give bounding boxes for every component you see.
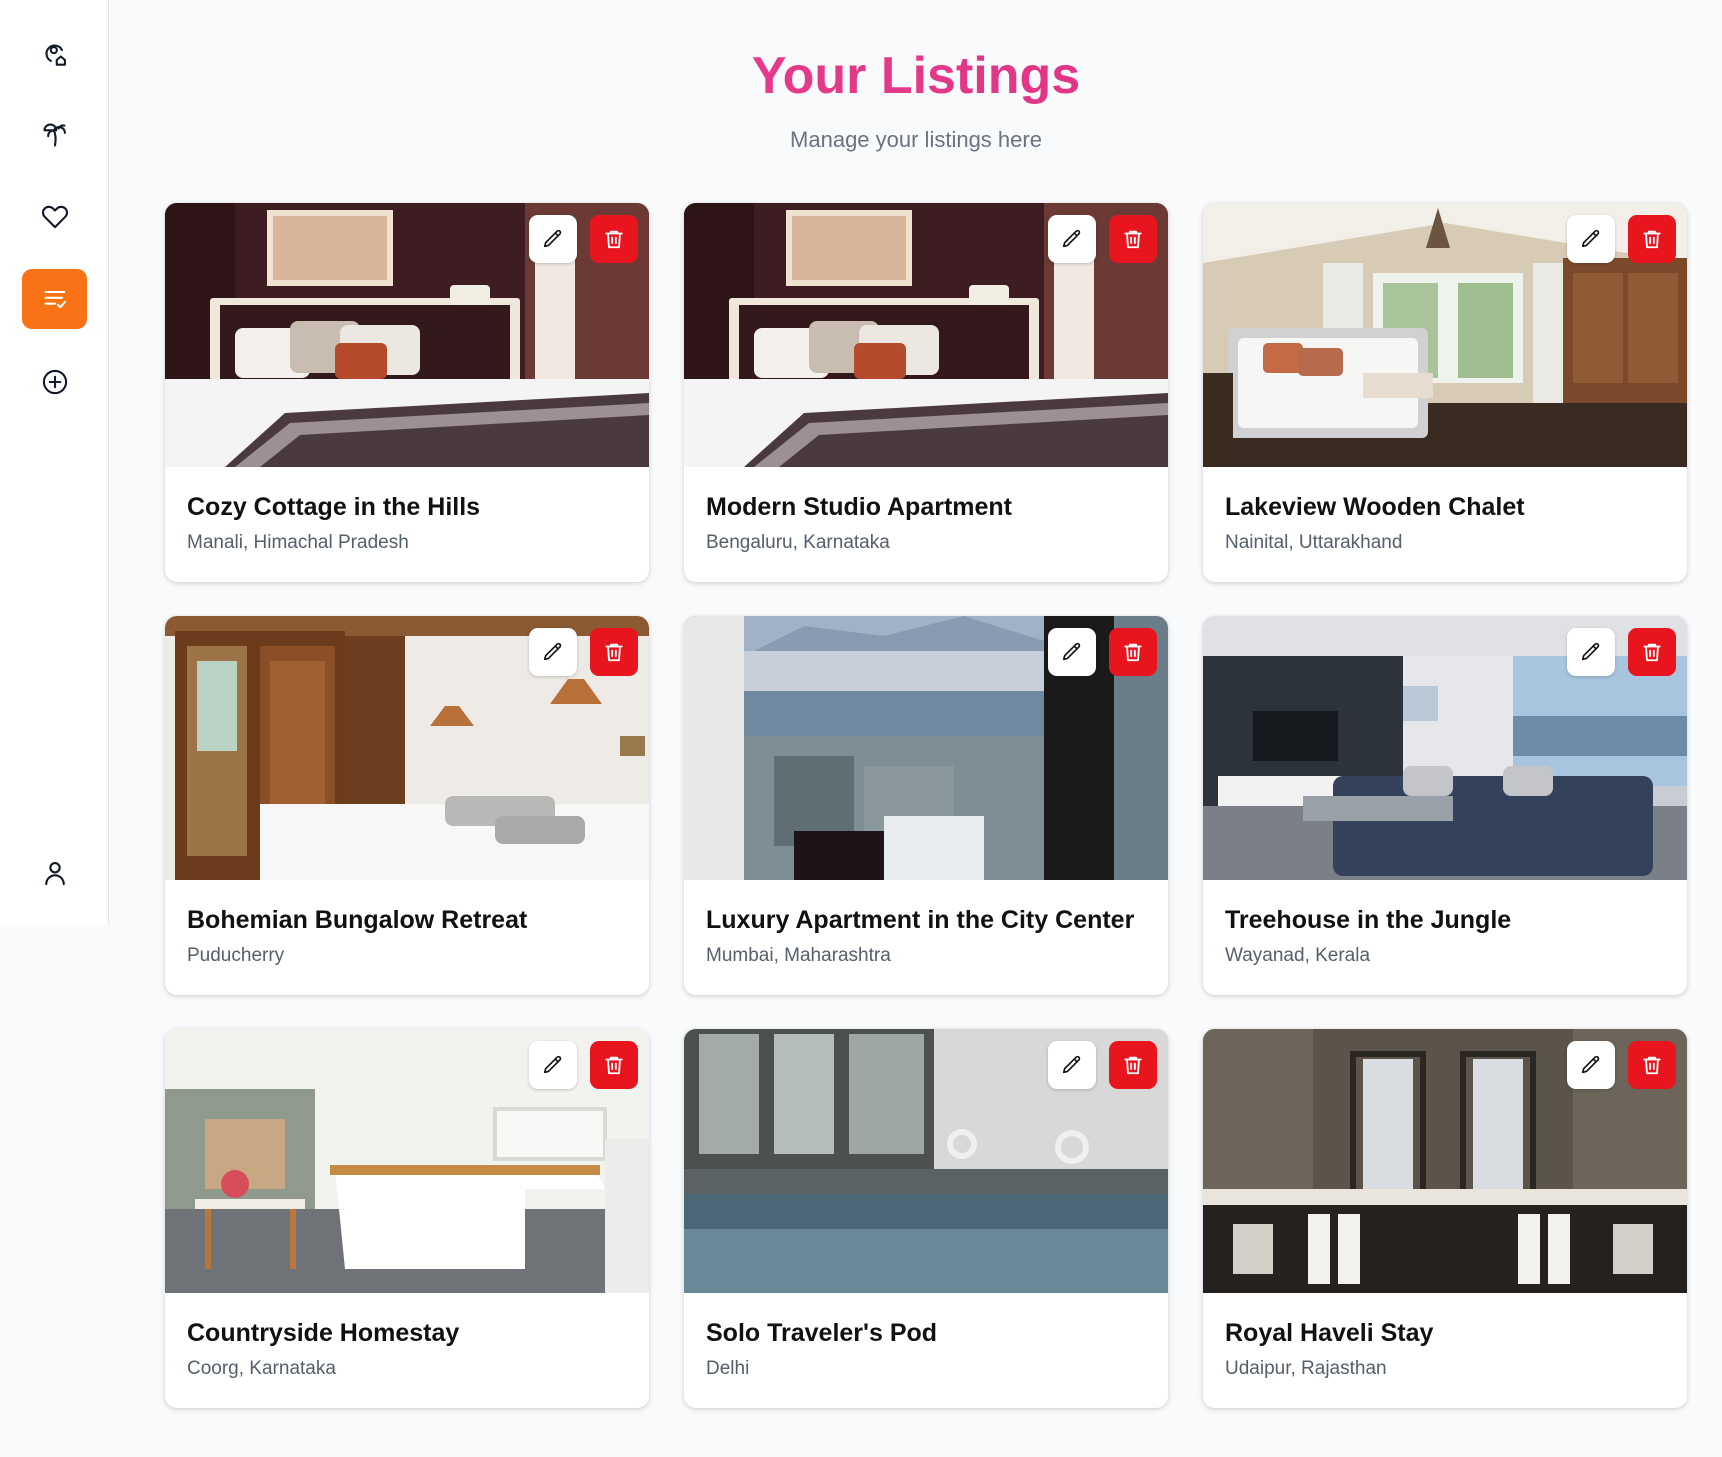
page-title: Your Listings	[110, 40, 1722, 112]
pencil-icon	[1581, 1055, 1600, 1074]
pencil-icon	[543, 642, 562, 661]
listing-photo	[684, 616, 1168, 880]
listing-title: Treehouse in the Jungle	[1225, 906, 1512, 934]
pencil-icon	[1581, 229, 1600, 248]
delete-button[interactable]	[1109, 215, 1157, 263]
listing-card[interactable]: Solo Traveler's Pod Delhi	[684, 1029, 1168, 1408]
pencil-icon	[543, 229, 562, 248]
listing-photo	[165, 616, 649, 880]
listings-grid: Cozy Cottage in the Hills Manali, Himach…	[165, 203, 1687, 1408]
listing-photo	[165, 1029, 649, 1293]
trash-icon	[605, 230, 623, 249]
listing-title: Solo Traveler's Pod	[706, 1319, 938, 1347]
delete-button[interactable]	[590, 215, 638, 263]
delete-button[interactable]	[1109, 628, 1157, 676]
listing-title: Modern Studio Apartment	[706, 493, 1013, 521]
listing-photo	[684, 203, 1168, 467]
edit-button[interactable]	[529, 215, 577, 263]
listing-location: Udaipur, Rajasthan	[1225, 1358, 1387, 1379]
edit-button[interactable]	[1048, 215, 1096, 263]
edit-button[interactable]	[529, 1041, 577, 1089]
trash-icon	[605, 1056, 623, 1075]
pencil-icon	[1062, 642, 1081, 661]
listing-location: Puducherry	[187, 945, 285, 966]
nav-profile-button[interactable]	[22, 843, 87, 903]
pencil-icon	[1062, 229, 1081, 248]
listing-photo	[684, 1029, 1168, 1293]
trash-icon	[1124, 1056, 1142, 1075]
listing-title: Lakeview Wooden Chalet	[1225, 493, 1525, 521]
delete-button[interactable]	[590, 1041, 638, 1089]
delete-button[interactable]	[1628, 1041, 1676, 1089]
nav-wishlist-button[interactable]	[22, 186, 87, 246]
listing-card[interactable]: Royal Haveli Stay Udaipur, Rajasthan	[1203, 1029, 1687, 1408]
nav-listings-button[interactable]	[22, 269, 87, 329]
delete-button[interactable]	[1628, 628, 1676, 676]
pencil-icon	[1581, 642, 1600, 661]
listing-card[interactable]: Bohemian Bungalow Retreat Puducherry	[165, 616, 649, 995]
listing-title: Countryside Homestay	[187, 1319, 460, 1347]
listing-card[interactable]: Modern Studio Apartment Bengaluru, Karna…	[684, 203, 1168, 582]
pencil-icon	[1062, 1055, 1081, 1074]
delete-button[interactable]	[1628, 215, 1676, 263]
page-subtitle: Manage your listings here	[790, 127, 1042, 152]
listing-title: Cozy Cottage in the Hills	[187, 493, 481, 521]
listing-card[interactable]: Luxury Apartment in the City Center Mumb…	[684, 616, 1168, 995]
nav-add-listing-button[interactable]	[22, 352, 87, 412]
listing-card[interactable]: Cozy Cottage in the Hills Manali, Himach…	[165, 203, 649, 582]
pencil-icon	[543, 1055, 562, 1074]
listing-photo	[1203, 1029, 1687, 1293]
listing-location: Nainital, Uttarakhand	[1225, 532, 1403, 553]
trash-icon	[1643, 1056, 1661, 1075]
listing-card[interactable]: Countryside Homestay Coorg, Karnataka	[165, 1029, 649, 1408]
trash-icon	[1643, 643, 1661, 662]
page-header: Your Listings Manage your listings here	[110, 40, 1722, 154]
listing-card[interactable]: Treehouse in the Jungle Wayanad, Kerala	[1203, 616, 1687, 995]
delete-button[interactable]	[1109, 1041, 1157, 1089]
edit-button[interactable]	[1567, 628, 1615, 676]
listing-location: Bengaluru, Karnataka	[706, 532, 890, 553]
listing-title: Bohemian Bungalow Retreat	[187, 906, 528, 934]
map-pin-home-icon	[44, 44, 66, 66]
listing-photo	[1203, 203, 1687, 467]
trash-icon	[605, 643, 623, 662]
listing-location: Delhi	[706, 1358, 750, 1379]
listing-location: Coorg, Karnataka	[187, 1358, 336, 1379]
edit-button[interactable]	[1048, 628, 1096, 676]
listing-location: Manali, Himachal Pradesh	[187, 532, 409, 553]
listing-photo	[1203, 616, 1687, 880]
list-check-icon	[44, 290, 66, 309]
plus-circle-icon	[42, 369, 67, 395]
listing-location: Mumbai, Maharashtra	[706, 945, 891, 966]
heart-icon	[41, 205, 68, 229]
listing-title: Royal Haveli Stay	[1225, 1319, 1434, 1347]
listing-card[interactable]: Lakeview Wooden Chalet Nainital, Uttarak…	[1203, 203, 1687, 582]
listing-title: Luxury Apartment in the City Center	[706, 906, 1135, 934]
sidebar	[0, 0, 109, 925]
user-icon	[44, 862, 65, 886]
trash-icon	[1124, 643, 1142, 662]
nav-explore-button[interactable]	[22, 23, 87, 83]
listing-photo	[165, 203, 649, 467]
edit-button[interactable]	[529, 628, 577, 676]
listing-location: Wayanad, Kerala	[1225, 945, 1371, 966]
trash-icon	[1643, 230, 1661, 249]
edit-button[interactable]	[1567, 215, 1615, 263]
trash-icon	[1124, 230, 1142, 249]
palm-tree-icon	[42, 123, 66, 147]
nav-trips-button[interactable]	[22, 105, 87, 165]
edit-button[interactable]	[1048, 1041, 1096, 1089]
edit-button[interactable]	[1567, 1041, 1615, 1089]
delete-button[interactable]	[590, 628, 638, 676]
